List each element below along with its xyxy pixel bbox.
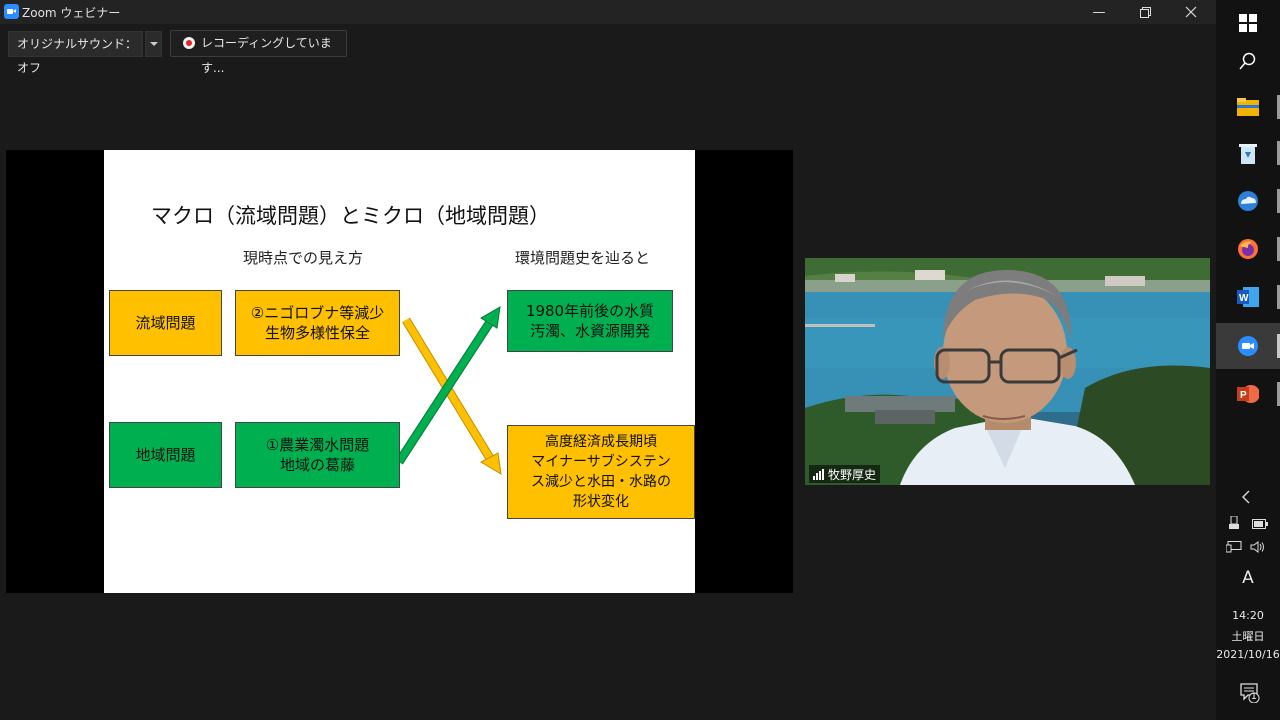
volume-icon[interactable] [1250, 541, 1266, 557]
video-frame [805, 258, 1210, 485]
title-bar: Zoom ウェビナー — [0, 0, 1216, 24]
network-icon[interactable] [1225, 541, 1242, 557]
minimize-button[interactable]: — [1076, 0, 1122, 24]
shared-screen[interactable]: マクロ（流域問題）とミクロ（地域問題） 現時点での見え方 環境問題史を辿ると 流… [6, 150, 793, 593]
word-icon[interactable]: W [1216, 274, 1280, 320]
box-biodiversity: ②ニゴロブナ等減少 生物多様性保全 [235, 290, 400, 356]
action-center-icon[interactable]: 1 [1240, 683, 1260, 707]
record-icon [183, 37, 195, 49]
notification-count: 1 [1251, 692, 1257, 702]
clock-date[interactable]: 2021/10/16 [1216, 648, 1280, 661]
chevron-left-icon[interactable] [1242, 490, 1250, 508]
battery-icon[interactable] [1252, 518, 1268, 533]
close-button[interactable] [1168, 0, 1214, 24]
box-water-pollution: 1980年前後の水質 汚濁、水資源開発 [507, 290, 673, 352]
zoom-app-icon [4, 4, 19, 19]
clock-weekday[interactable]: 土曜日 [1216, 628, 1280, 644]
windows-taskbar: W P A 14:20 土曜日 2021/10/16 1 [1216, 0, 1280, 720]
zoom-icon[interactable] [1216, 323, 1280, 369]
box-agricultural-water: ①農業濁水問題 地域の葛藤 [235, 422, 400, 488]
search-icon[interactable] [1216, 38, 1280, 84]
recording-label: レコーディングしています... [201, 36, 332, 75]
participant-video[interactable]: 牧野厚史 [805, 258, 1210, 485]
file-explorer-icon[interactable] [1216, 84, 1280, 130]
ime-indicator[interactable]: A [1216, 568, 1280, 588]
clock-time[interactable]: 14:20 [1216, 609, 1280, 622]
box-high-growth: 高度経済成長期頃 マイナーサブシステン ス減少と水田・水路の 形状変化 [507, 425, 695, 519]
presentation-slide: マクロ（流域問題）とミクロ（地域問題） 現時点での見え方 環境問題史を辿ると 流… [104, 150, 695, 593]
recording-indicator[interactable]: レコーディングしています... [170, 30, 347, 75]
participant-name-tag: 牧野厚史 [809, 465, 881, 483]
powerpoint-icon[interactable]: P [1216, 371, 1280, 417]
firefox-icon[interactable] [1216, 226, 1280, 272]
restore-button[interactable] [1122, 0, 1168, 24]
svg-text:W: W [1239, 293, 1249, 304]
signal-strength-icon [813, 468, 824, 480]
original-sound-button[interactable]: オリジナルサウンド：オフ [8, 31, 143, 75]
chevron-down-icon [149, 42, 158, 46]
row-label-regional: 地域問題 [109, 422, 222, 488]
row-label-watershed: 流域問題 [109, 290, 222, 356]
cross-arrows [395, 306, 502, 475]
window-title: Zoom ウェビナー [22, 6, 121, 20]
sound-options-dropdown[interactable] [145, 31, 162, 57]
recycle-bin-icon[interactable] [1216, 130, 1280, 176]
orange-arrow [402, 317, 502, 475]
onedrive-icon[interactable] [1216, 178, 1280, 224]
participant-name: 牧野厚史 [828, 467, 877, 482]
usb-device-icon[interactable] [1228, 515, 1240, 534]
svg-text:P: P [1240, 390, 1247, 401]
